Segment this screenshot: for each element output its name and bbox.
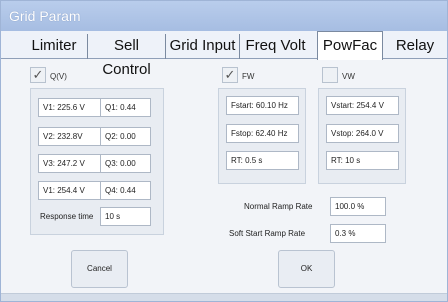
vw-rt-field[interactable]: RT: 10 s	[326, 151, 399, 170]
ok-button[interactable]: OK	[278, 250, 335, 288]
vstop-field[interactable]: Vstop: 264.0 V	[326, 124, 399, 143]
vw-checkbox[interactable]	[322, 67, 338, 83]
v2-field[interactable]: V2: 232.8V	[38, 127, 101, 146]
vw-label: VW	[342, 72, 355, 81]
qv-label: Q(V)	[50, 72, 67, 81]
response-time-field[interactable]: 10 s	[100, 207, 151, 226]
qv-panel: V1: 225.6 V Q1: 0.44 V2: 232.8V Q2: 0.00…	[30, 88, 164, 235]
soft-start-ramp-rate-label: Soft Start Ramp Rate	[229, 229, 306, 238]
fw-panel: Fstart: 60.10 Hz Fstop: 62.40 Hz RT: 0.5…	[218, 88, 306, 184]
fstop-field[interactable]: Fstop: 62.40 Hz	[226, 124, 299, 143]
tab-freq-volt[interactable]: Freq Volt	[239, 34, 311, 59]
cancel-button[interactable]: Cancel	[71, 250, 128, 288]
normal-ramp-rate-label: Normal Ramp Rate	[244, 202, 313, 211]
v4-field[interactable]: V1: 254.4 V	[38, 181, 101, 200]
tab-relay[interactable]: Relay	[383, 34, 447, 59]
fstart-field[interactable]: Fstart: 60.10 Hz	[226, 96, 299, 115]
window-title: Grid Param	[1, 1, 447, 31]
normal-ramp-rate-field[interactable]: 100.0 %	[330, 197, 386, 216]
vstart-field[interactable]: Vstart: 254.4 V	[326, 96, 399, 115]
tab-sell-control[interactable]: Sell Control	[87, 34, 165, 78]
q4-field[interactable]: Q4: 0.44	[100, 181, 151, 200]
fw-label: FW	[242, 72, 255, 81]
vw-panel: Vstart: 254.4 V Vstop: 264.0 V RT: 10 s	[318, 88, 406, 184]
qv-checkbox[interactable]: ✓	[30, 67, 46, 83]
fw-checkbox[interactable]: ✓	[222, 67, 238, 83]
soft-start-ramp-rate-field[interactable]: 0.3 %	[330, 224, 386, 243]
tab-powfac[interactable]: PowFac	[317, 31, 383, 60]
fw-rt-field[interactable]: RT: 0.5 s	[226, 151, 299, 170]
q2-field[interactable]: Q2: 0.00	[100, 127, 151, 146]
tab-limiter[interactable]: Limiter	[21, 34, 87, 59]
bottom-strip	[1, 293, 447, 301]
tab-grid-input[interactable]: Grid Input	[165, 34, 239, 59]
v1-field[interactable]: V1: 225.6 V	[38, 98, 101, 117]
v3-field[interactable]: V3: 247.2 V	[38, 154, 101, 173]
grid-param-window: Grid Param Limiter Sell Control Grid Inp…	[0, 0, 448, 302]
q1-field[interactable]: Q1: 0.44	[100, 98, 151, 117]
tab-bar: Limiter Sell Control Grid Input Freq Vol…	[1, 31, 447, 78]
q3-field[interactable]: Q3: 0.00	[100, 154, 151, 173]
response-time-label: Response time	[40, 212, 94, 221]
